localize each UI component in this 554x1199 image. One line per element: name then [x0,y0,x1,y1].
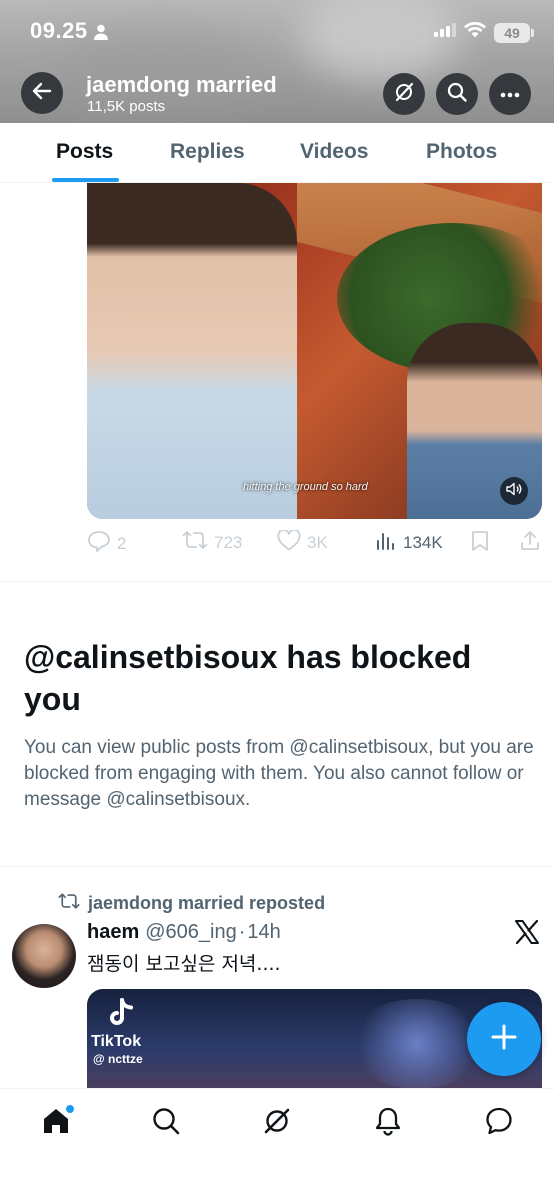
reply-icon [87,530,111,557]
search-icon [446,81,468,108]
grok-icon [262,1106,292,1141]
repost-indicator[interactable]: jaemdong married reposted [58,892,325,915]
tweet-author-name[interactable]: haem [87,921,139,944]
search-icon [151,1106,181,1141]
profile-nav: jaemdong married 11,5K posts [0,72,554,118]
share-button[interactable] [519,530,541,557]
tab-videos[interactable]: Videos [300,140,368,164]
reply-count: 2 [117,533,127,553]
divider [0,866,554,867]
status-bar: 09.25 49 [0,18,554,48]
repost-count: 723 [214,532,243,552]
tiktok-logo-icon [105,997,137,1029]
share-icon [519,530,541,557]
volume-icon [506,482,522,501]
signal-icon [434,23,456,42]
repost-icon [58,892,80,915]
arrow-left-icon [32,82,52,105]
profile-name: jaemdong married [86,72,277,97]
views-button[interactable]: 134K [375,530,443,555]
video-light [347,999,487,1089]
reply-button[interactable]: 2 [87,530,126,557]
profile-banner: 09.25 49 jaemdong married 11,5K posts [0,0,554,123]
tab-photos[interactable]: Photos [426,140,497,164]
nav-home[interactable] [38,1105,74,1141]
analytics-icon [375,530,397,555]
status-indicators: 49 [434,21,534,43]
tab-replies[interactable]: Replies [170,140,245,164]
profile-post-count: 11,5K posts [87,98,166,115]
person-icon [94,24,108,45]
search-button[interactable] [436,73,478,115]
tiktok-handle: @ ncttze [93,1052,143,1066]
tiktok-watermark: TikTok [91,1033,142,1050]
nav-grok[interactable] [259,1105,295,1141]
more-button[interactable] [489,73,531,115]
tab-posts[interactable]: Posts [56,140,113,164]
blocked-title: @calinsetbisoux has blocked you [24,639,472,717]
back-button[interactable] [21,72,63,114]
like-button[interactable]: 3K [277,528,328,556]
compose-button[interactable] [467,1002,541,1076]
tweet-header: haem @606_ing · 14h [87,921,281,944]
more-dots-icon [500,85,520,103]
home-notification-dot [66,1105,74,1113]
repost-button[interactable]: 723 [182,530,242,555]
tweet-author-handle[interactable]: @606_ing [145,921,236,944]
like-count: 3K [307,533,328,552]
plus-icon [490,1023,518,1056]
tweet-separator: · [238,921,246,943]
heart-icon [277,528,301,556]
profile-tabs: Posts Replies Videos Photos [0,123,554,183]
tweet-actions: 2 723 3K 134K [87,528,547,560]
repost-icon [182,530,208,555]
nav-notifications[interactable] [370,1105,406,1141]
status-time: 09.25 [30,18,88,43]
grok-icon [393,81,415,108]
grok-button[interactable] [383,73,425,115]
blocked-description: You can view public posts from @calinset… [24,737,534,810]
nav-messages[interactable] [481,1105,517,1141]
mute-toggle[interactable] [500,477,528,505]
bottom-nav [0,1088,554,1199]
nav-search[interactable] [148,1105,184,1141]
chat-icon [484,1106,514,1141]
divider [0,581,554,582]
tweet-video[interactable]: hitting the ground so hard [87,183,542,519]
tweet-text: 잼동이 보고싶은 저녁.... [87,953,281,975]
bell-icon [373,1106,403,1141]
tweet-timestamp[interactable]: 14h [247,921,280,944]
bookmark-button[interactable] [470,530,490,557]
active-tab-indicator [52,178,119,182]
avatar[interactable] [12,924,76,988]
x-logo-icon [514,919,540,950]
bookmark-icon [470,530,490,557]
repost-label: jaemdong married reposted [88,893,326,913]
view-count: 134K [403,532,443,552]
battery-indicator: 49 [494,22,534,43]
video-person-left [87,183,297,519]
wifi-icon [464,21,486,43]
video-subtitle: hitting the ground so hard [243,481,368,493]
